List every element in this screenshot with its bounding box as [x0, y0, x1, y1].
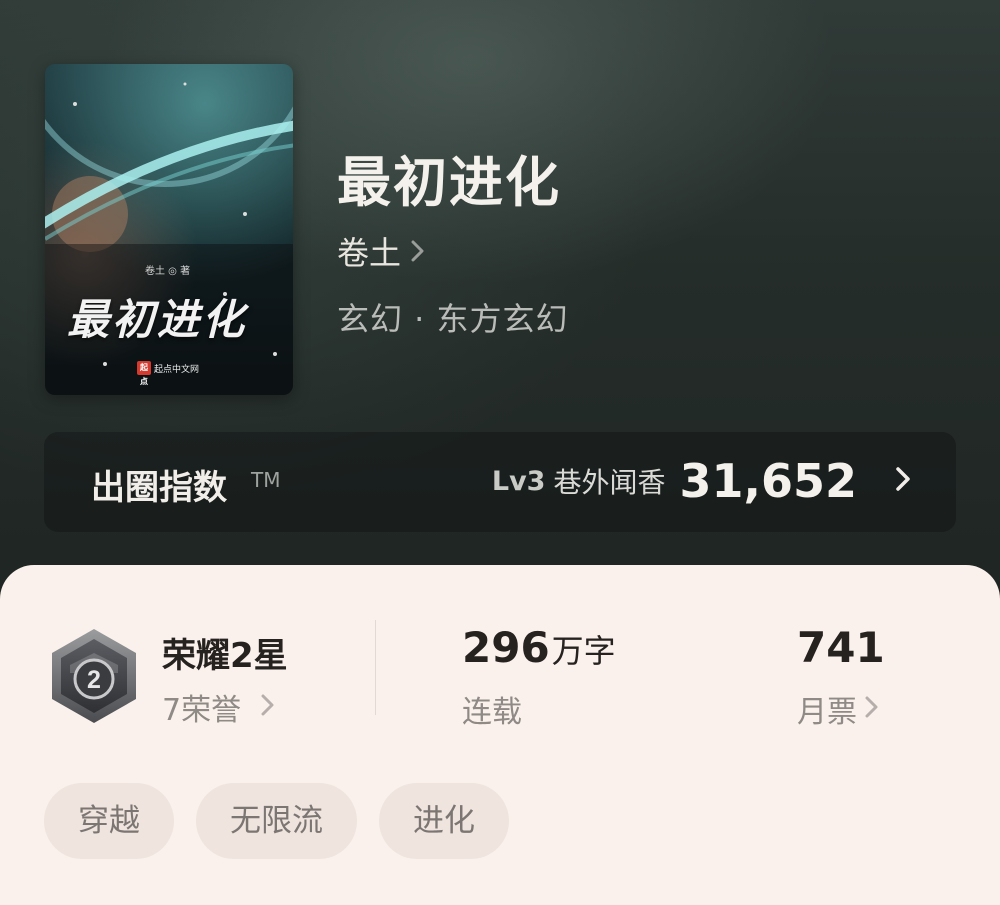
monthly-votes-link[interactable]: 月票 — [797, 687, 879, 731]
index-level: Lv3 — [491, 465, 546, 497]
index-score: 31,652 — [679, 454, 857, 508]
cover-publisher: 起点 起点中文网 — [137, 360, 200, 386]
tag-chip[interactable]: 穿越 — [44, 783, 174, 859]
chevron-right-icon — [411, 239, 425, 263]
author-name: 卷土 — [337, 234, 402, 272]
index-level-name: 巷外闻香 — [553, 466, 666, 499]
honor-count: 7荣誉 — [162, 693, 242, 728]
tag-list: 穿越 无限流 进化 — [44, 783, 509, 859]
word-count-unit: 万字 — [551, 632, 616, 670]
chevron-right-icon — [895, 466, 911, 496]
book-stats-panel: 2 荣耀2星 7荣誉 296 万字 连载 741 月票 穿越 无限流 进化 — [0, 565, 1000, 905]
book-cover[interactable]: 卷土 ◎ 著 最初进化 起点 起点中文网 — [45, 64, 293, 395]
tag-chip[interactable]: 进化 — [379, 783, 509, 859]
honor-link[interactable]: 7荣誉 — [162, 685, 275, 729]
cover-author: 卷土 ◎ 著 — [145, 266, 191, 277]
badge-number: 2 — [87, 666, 101, 694]
chevron-right-icon — [865, 695, 879, 723]
tag-chip[interactable]: 无限流 — [196, 783, 357, 859]
stats-divider — [375, 620, 376, 715]
hexagon-badge-icon[interactable]: 2 — [48, 627, 140, 729]
chevron-right-icon — [261, 693, 275, 721]
publisher-name: 起点中文网 — [154, 364, 200, 375]
honor-title: 荣耀2星 — [162, 636, 288, 676]
index-value-group: Lv3 巷外闻香 31,652 — [492, 454, 911, 508]
monthly-votes-label: 月票 — [797, 695, 857, 730]
trademark-mark: TM — [251, 468, 281, 492]
popularity-index-card[interactable]: 出圈指数 TM Lv3 巷外闻香 31,652 — [44, 432, 956, 532]
publisher-logo: 起点 — [137, 361, 151, 386]
author-link[interactable]: 卷土 — [337, 228, 425, 274]
word-count-value: 296 — [462, 623, 550, 672]
book-genre: 玄幻 · 东方玄幻 — [337, 300, 569, 338]
serial-status: 连载 — [462, 695, 522, 730]
index-label: 出圈指数 — [91, 468, 227, 508]
word-count: 296 万字 — [462, 623, 616, 672]
book-title: 最初进化 — [337, 150, 561, 214]
cover-title-art: 最初进化 — [67, 295, 248, 344]
book-header: 卷土 ◎ 著 最初进化 起点 起点中文网 最初进化 卷土 玄幻 · 东方玄幻 出… — [0, 0, 1000, 600]
monthly-votes-value: 741 — [797, 623, 885, 672]
